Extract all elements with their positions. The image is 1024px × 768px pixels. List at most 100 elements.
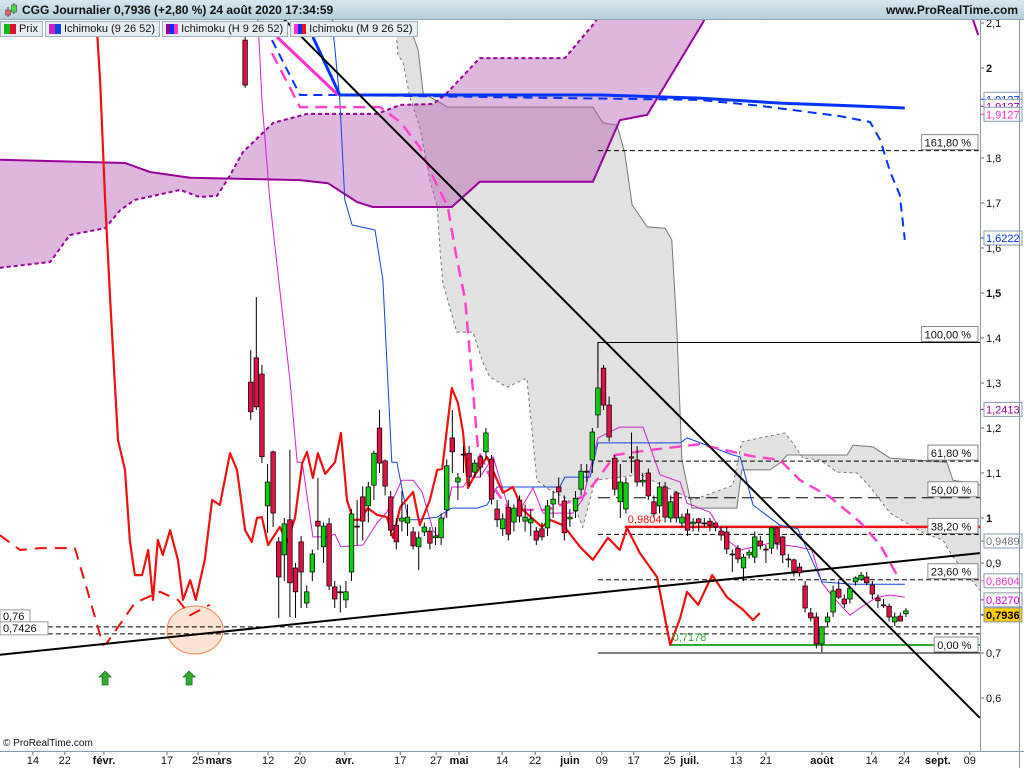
candle[interactable] [561,495,567,541]
candle[interactable] [808,608,814,622]
candle[interactable] [427,527,433,550]
candle[interactable] [315,477,321,550]
candle[interactable] [348,509,355,581]
candle[interactable] [309,549,315,582]
candle[interactable] [696,518,702,532]
candle[interactable] [332,581,338,608]
candle[interactable] [830,585,836,618]
candle[interactable] [892,612,898,627]
candle[interactable] [662,482,668,523]
candle[interactable] [472,459,478,478]
candle[interactable] [410,527,416,550]
candle[interactable] [550,491,556,518]
legend-tab-prix[interactable]: Prix [0,21,43,37]
candle[interactable] [432,527,439,545]
candle[interactable] [768,527,775,554]
candle[interactable] [864,572,870,586]
candle[interactable] [735,545,741,563]
candle[interactable] [813,612,819,649]
candle[interactable] [259,365,265,464]
candle[interactable] [897,612,903,622]
candle[interactable] [382,459,388,496]
candle[interactable] [623,477,629,514]
candle[interactable] [819,626,825,653]
candle[interactable] [712,522,719,532]
site-link[interactable]: www.ProRealTime.com [886,3,1018,17]
candle[interactable] [679,513,685,528]
candle[interactable] [500,513,506,537]
candle[interactable] [292,563,299,618]
candle[interactable] [360,486,366,541]
candle[interactable] [567,509,573,527]
legend-tab-ichimoku-weekly[interactable]: Ichimoku (H 9 26 52) [162,21,289,37]
candle[interactable] [774,527,780,550]
candle[interactable] [684,509,691,536]
candle[interactable] [511,504,517,532]
legend-tab-ichimoku-monthly[interactable]: Ichimoku (M 9 26 52) [290,21,418,37]
candle[interactable] [724,527,730,554]
candle[interactable] [690,518,696,532]
candle[interactable] [270,450,276,528]
candle[interactable] [287,450,293,617]
candle[interactable] [253,297,259,410]
candle[interactable] [371,450,377,501]
candle[interactable] [304,585,310,609]
candle[interactable] [276,536,282,618]
candle[interactable] [365,482,371,523]
candle[interactable] [796,563,803,577]
candle[interactable] [376,410,383,473]
candle[interactable] [791,558,797,577]
candle[interactable] [824,612,831,627]
candle[interactable] [656,482,663,514]
candle[interactable] [522,504,528,532]
candle[interactable] [320,522,327,564]
candle[interactable] [752,531,758,564]
candle[interactable] [785,554,791,568]
candle[interactable] [533,527,539,545]
candle[interactable] [298,536,304,608]
candle[interactable] [746,549,752,559]
candle[interactable] [763,545,769,563]
candle[interactable] [903,608,909,617]
candle[interactable] [707,518,713,532]
candle[interactable] [388,491,394,536]
candle[interactable] [444,459,450,519]
candle[interactable] [337,585,343,613]
candle[interactable] [802,581,808,613]
candle[interactable] [528,509,534,536]
candle[interactable] [242,36,248,88]
candle[interactable] [421,522,427,537]
legend-tab-ichimoku-daily[interactable]: Ichimoku (9 26 52) [44,21,161,37]
candle[interactable] [847,585,853,604]
candle[interactable] [354,500,360,545]
candle[interactable] [494,500,500,527]
candle[interactable] [600,365,607,410]
candle[interactable] [757,536,763,550]
price-badge-label: 0,8604 [986,576,1020,588]
candle-body [399,517,405,522]
candle[interactable] [416,531,422,571]
candle[interactable] [780,536,786,563]
candle[interactable] [248,350,254,420]
candle[interactable] [264,464,271,533]
candle[interactable] [281,518,287,581]
candle[interactable] [668,495,674,523]
candle[interactable] [326,518,332,590]
candle[interactable] [880,599,887,608]
x-axis[interactable]: 14 22 févr. 17 25 mars 12 20 avr. 17 27 mai 14 22 juin… [27,751,976,767]
candle[interactable] [673,491,679,523]
candle[interactable] [612,455,618,496]
candle[interactable] [449,410,455,473]
candle[interactable] [841,594,847,609]
candle[interactable] [729,549,735,573]
candle[interactable] [393,518,399,550]
candle[interactable] [645,468,651,501]
candle[interactable] [438,513,444,546]
candle[interactable] [886,603,892,622]
candle[interactable] [343,581,349,608]
candle[interactable] [488,455,495,505]
candle[interactable] [544,500,551,536]
price-chart[interactable]: 0,760,7426 0,7178 0,9804 0,00 % 23,60 % 38,20… [0,0,1024,768]
candle[interactable] [483,428,489,460]
candle[interactable] [718,527,724,541]
